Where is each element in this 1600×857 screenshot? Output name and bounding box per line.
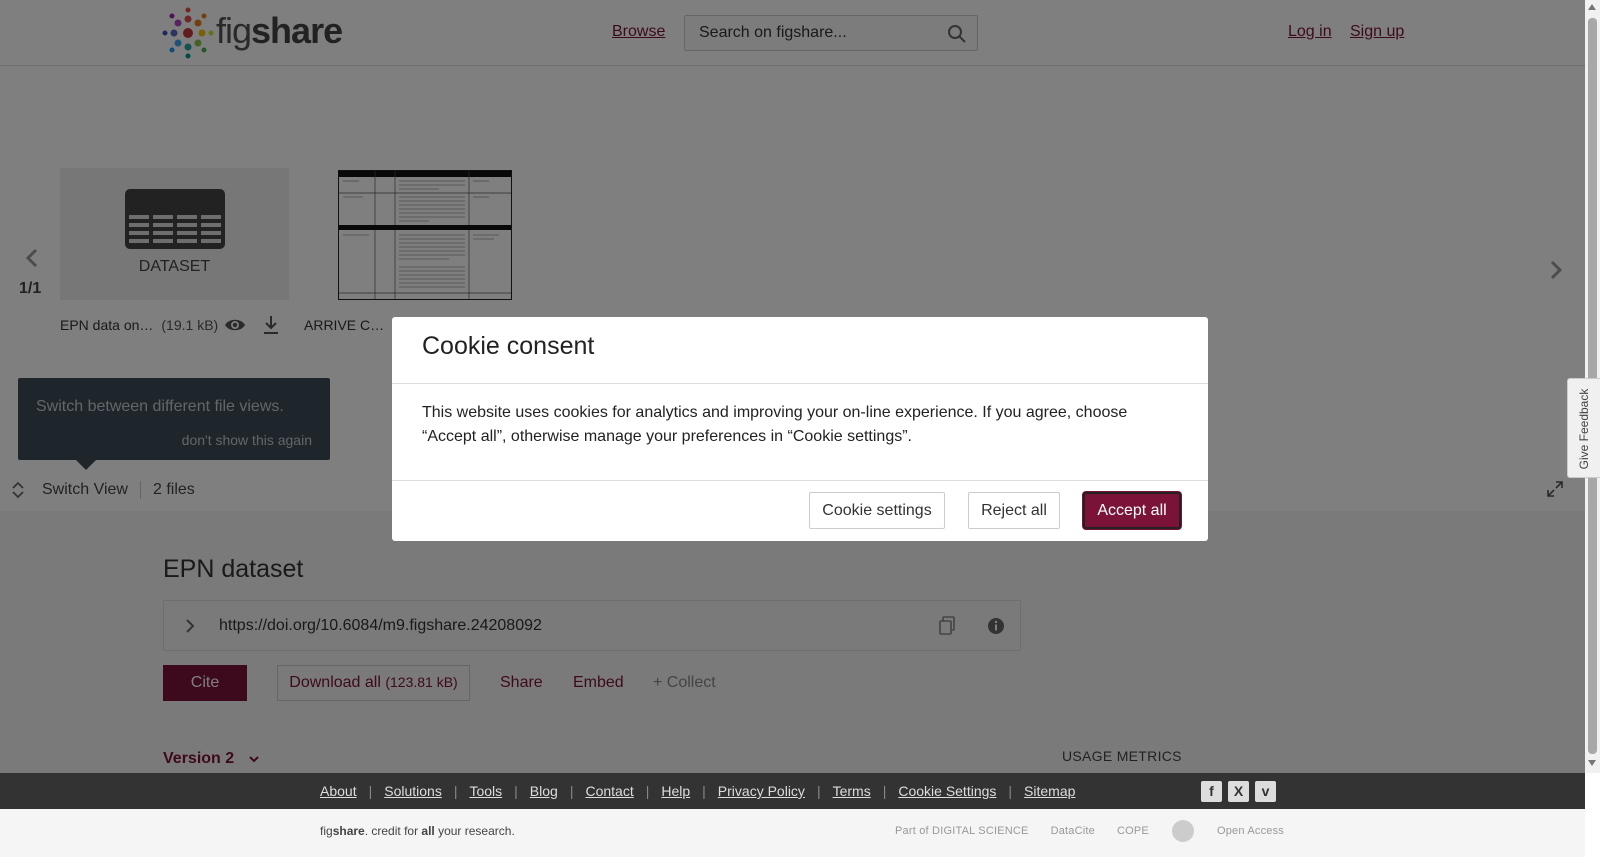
- footer-separator: |: [453, 783, 458, 799]
- give-feedback-tab[interactable]: Give Feedback: [1567, 378, 1600, 478]
- scroll-up-arrow-icon[interactable]: [1588, 4, 1596, 10]
- modal-footer: Cookie settings Reject all Accept all: [392, 480, 1208, 541]
- cope-logo[interactable]: COPE: [1117, 825, 1149, 837]
- cookie-settings-button[interactable]: Cookie settings: [809, 492, 945, 529]
- globe-logo-icon[interactable]: [1171, 819, 1195, 843]
- x-twitter-icon[interactable]: X: [1228, 781, 1249, 802]
- footer-link-sitemap[interactable]: Sitemap: [1024, 783, 1075, 799]
- footer-link-privacy[interactable]: Privacy Policy: [718, 783, 805, 799]
- social-links: f X v: [1201, 781, 1276, 802]
- footer-link-about[interactable]: About: [320, 783, 357, 799]
- footer-separator: |: [569, 783, 574, 799]
- accept-all-button[interactable]: Accept all: [1083, 492, 1181, 529]
- footer-separator: |: [645, 783, 650, 799]
- footer-link-help[interactable]: Help: [661, 783, 690, 799]
- open-access-logo[interactable]: Open Access: [1217, 825, 1284, 837]
- modal-title: Cookie consent: [422, 332, 595, 360]
- digital-science-logo[interactable]: Part of DIGITAL SCIENCE: [895, 825, 1029, 837]
- feedback-label: Give Feedback: [1577, 388, 1591, 470]
- cookie-consent-dialog: Cookie consent This website uses cookies…: [392, 317, 1208, 541]
- footer-separator: |: [514, 783, 518, 799]
- footer-separator: |: [1008, 783, 1013, 799]
- footer-separator: |: [702, 783, 706, 799]
- footer-bottom: figshare. credit for all your research. …: [0, 809, 1585, 857]
- modal-header: Cookie consent: [392, 317, 1208, 384]
- footer-link-terms[interactable]: Terms: [833, 783, 871, 799]
- footer-separator: |: [882, 783, 887, 799]
- modal-body-text: This website uses cookies for analytics …: [422, 404, 1128, 445]
- vimeo-icon[interactable]: v: [1255, 781, 1276, 802]
- footer-links: About | Solutions | Tools | Blog | Contact | …: [320, 783, 1075, 799]
- datacite-logo[interactable]: DataCite: [1051, 825, 1095, 837]
- footer-link-blog[interactable]: Blog: [530, 783, 558, 799]
- footer-link-solutions[interactable]: Solutions: [384, 783, 442, 799]
- footer-separator: |: [368, 783, 373, 799]
- footer-tagline: figshare. credit for all your research.: [320, 824, 515, 838]
- reject-all-button[interactable]: Reject all: [968, 492, 1060, 529]
- footer-nav: About | Solutions | Tools | Blog | Contact | …: [0, 773, 1585, 809]
- footer-link-tools[interactable]: Tools: [469, 783, 502, 799]
- footer-separator: |: [816, 783, 821, 799]
- scroll-down-arrow-icon[interactable]: [1588, 760, 1596, 766]
- footer-link-contact[interactable]: Contact: [585, 783, 633, 799]
- facebook-icon[interactable]: f: [1201, 781, 1222, 802]
- partner-logos: Part of DIGITAL SCIENCE DataCite COPE Op…: [895, 819, 1284, 843]
- footer-link-cookie-settings[interactable]: Cookie Settings: [898, 783, 996, 799]
